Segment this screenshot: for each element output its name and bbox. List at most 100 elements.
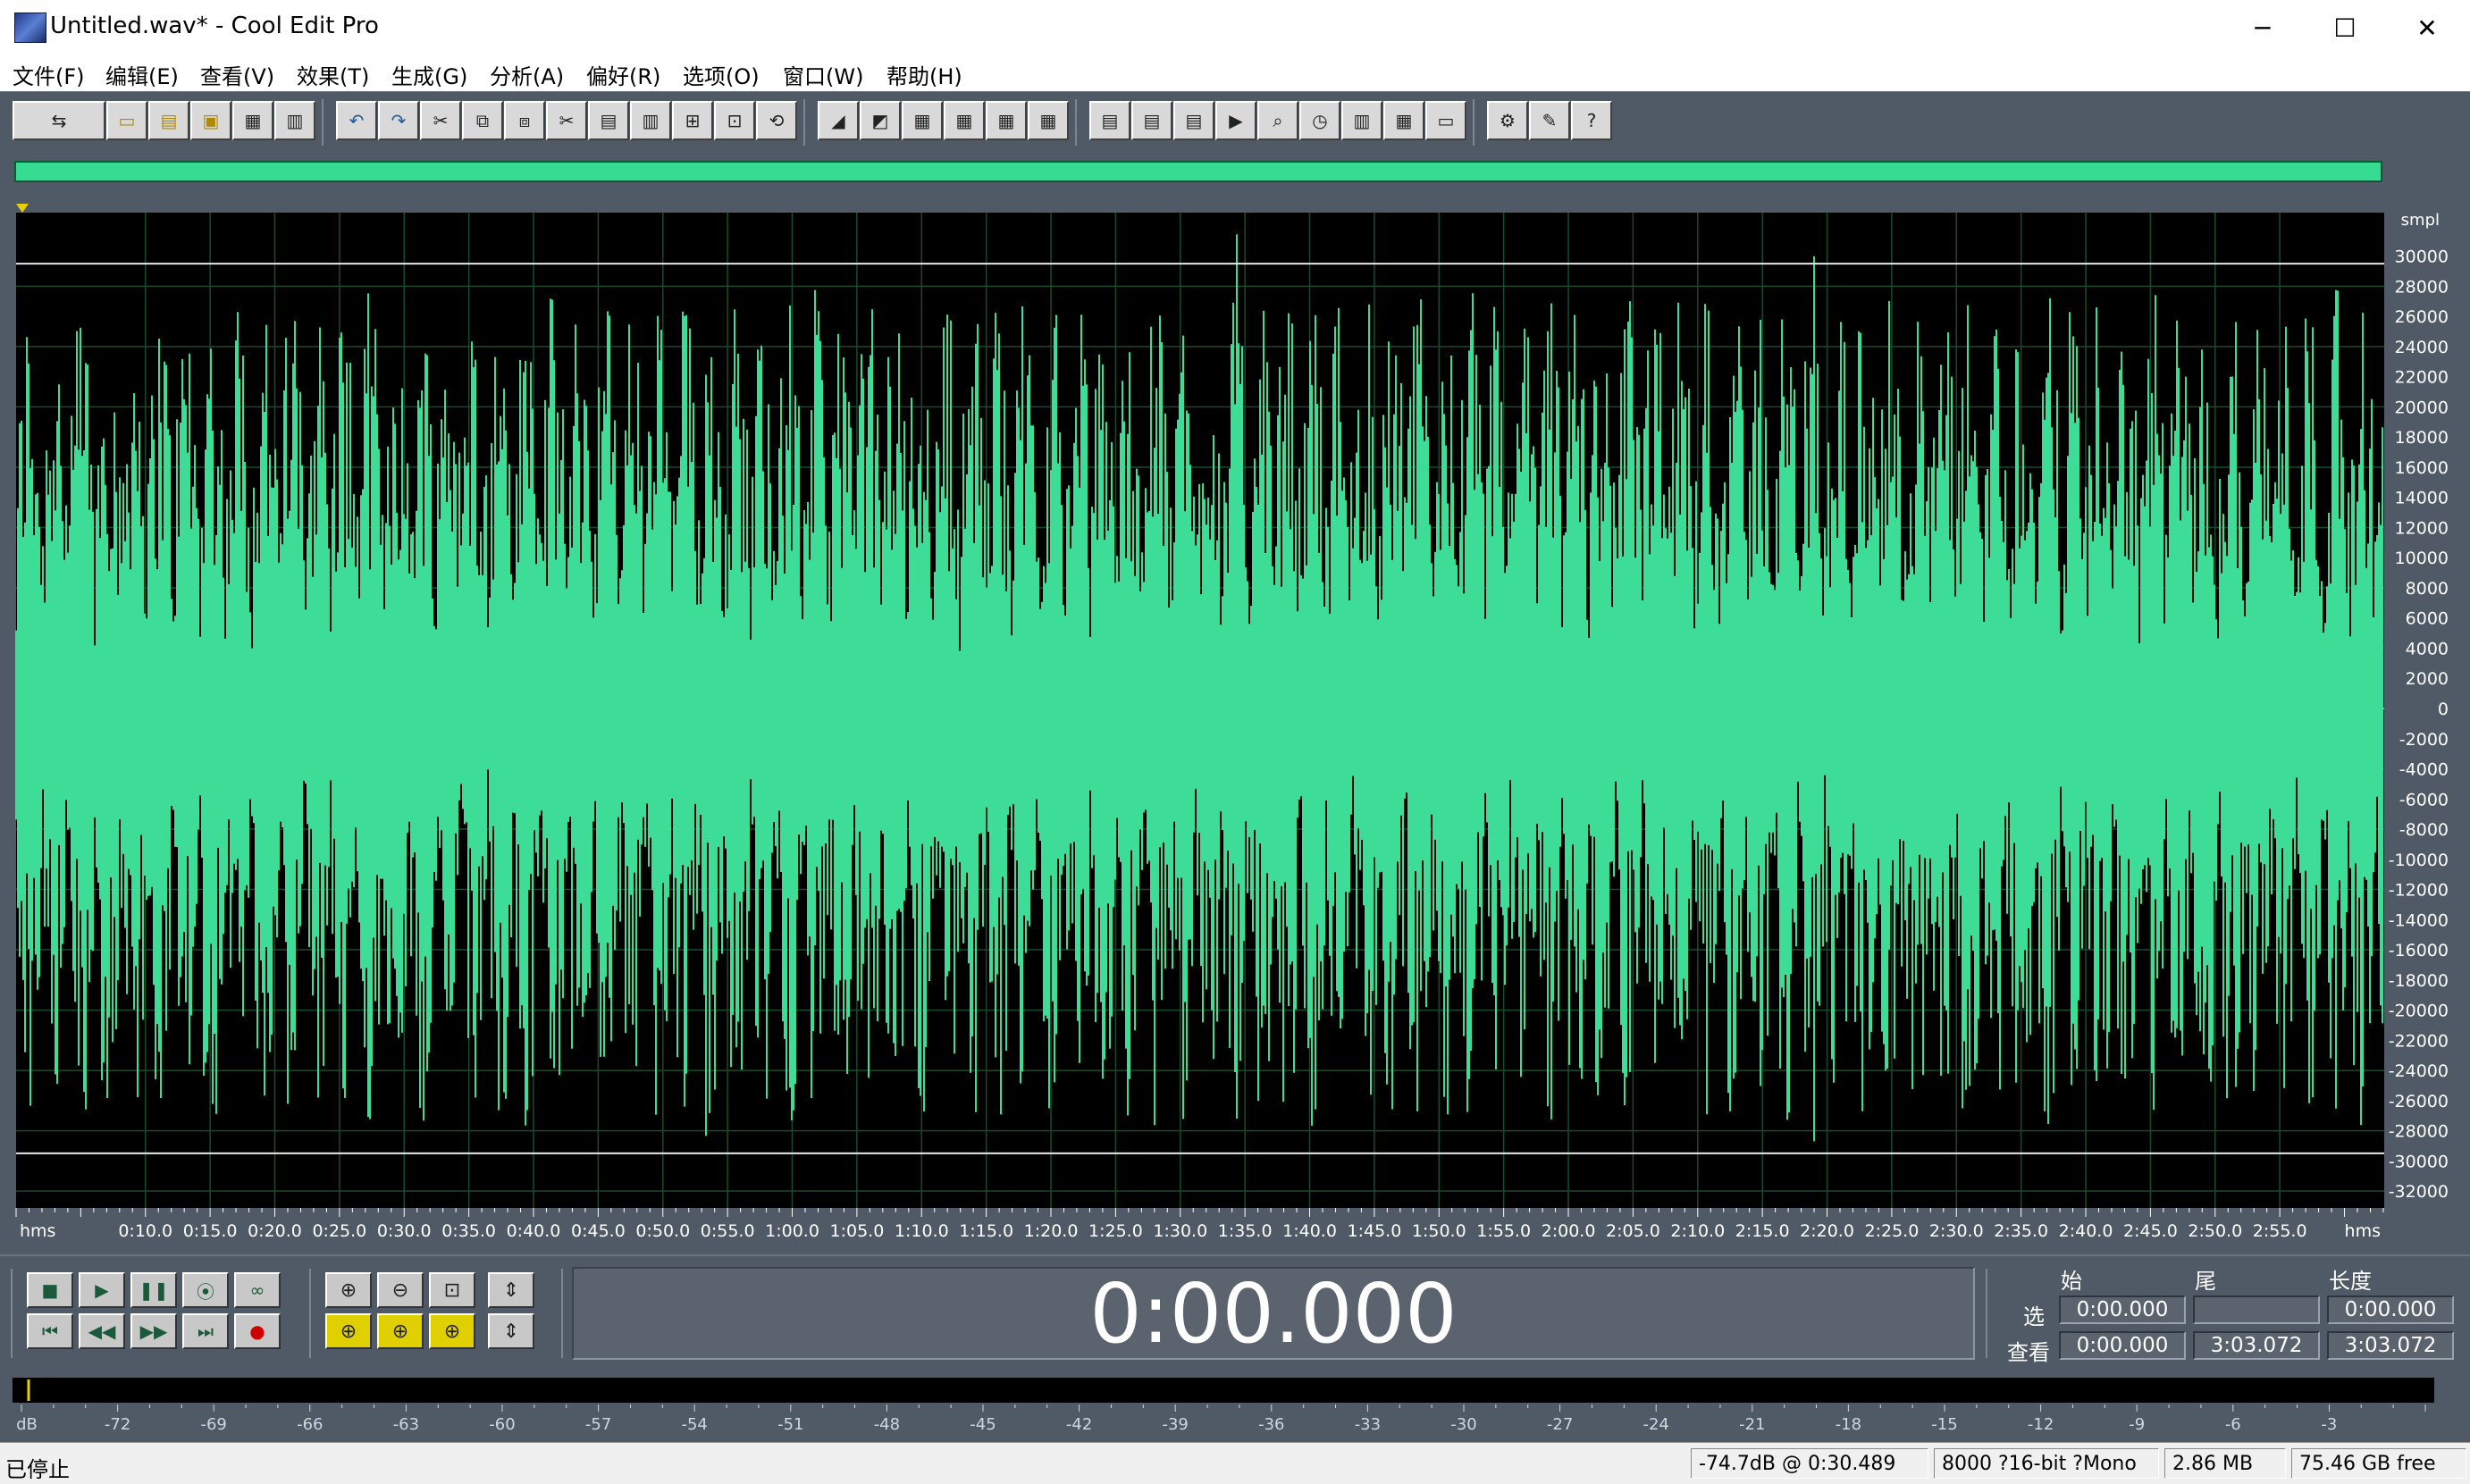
select-end-field[interactable]	[2193, 1295, 2320, 1324]
go-to-end-button[interactable]: ⏭	[182, 1313, 229, 1349]
overview-scrollbar[interactable]	[14, 161, 2382, 182]
maximize-button[interactable]: ☐	[2304, 0, 2386, 55]
meter-tick-label: -9	[2129, 1415, 2145, 1434]
save-all-button[interactable]: ▦	[232, 101, 273, 140]
x-tick-label: 0:25.0	[312, 1221, 366, 1241]
tools-button[interactable]: ✎	[1529, 101, 1570, 140]
lines-button[interactable]: ▭	[1425, 101, 1466, 140]
waveform-display[interactable]: 3000028000260002400022000200001800016000…	[13, 202, 2461, 1247]
fast-forward-button[interactable]: ▶▶	[130, 1313, 177, 1349]
y-unit-label: smpl	[2401, 211, 2440, 230]
lines-icon: ▭	[1437, 110, 1455, 131]
redo-button[interactable]: ↷	[378, 101, 419, 140]
menu-analyze[interactable]: 分析(A)	[490, 59, 564, 90]
meter-tick-label: -72	[105, 1415, 130, 1434]
menu-favorites[interactable]: 偏好(R)	[586, 59, 660, 90]
copy-new-button[interactable]: ⧈	[504, 101, 545, 140]
zoom-full-icon: ⊡	[443, 1279, 461, 1302]
settings-button[interactable]: ⚙	[1487, 101, 1528, 140]
new-file-button[interactable]: ▭	[106, 101, 147, 140]
paste-new-button[interactable]: ▥	[630, 101, 671, 140]
zoom-d-button[interactable]: ▦	[1028, 101, 1069, 140]
colors-button[interactable]: ▦	[1383, 101, 1424, 140]
play-to-end-button[interactable]: ⦿	[182, 1272, 229, 1308]
play-list-button[interactable]: ▤	[1131, 101, 1172, 140]
x-tick-label: 0:10.0	[118, 1221, 172, 1241]
menu-options[interactable]: 选项(O)	[683, 59, 760, 90]
help-button[interactable]: ?	[1571, 101, 1612, 140]
meter-tick-label: -12	[2028, 1415, 2054, 1434]
y-tick-label: -4000	[2399, 760, 2449, 780]
magnify-button[interactable]: ⌕	[1257, 101, 1298, 140]
menu-view[interactable]: 查看(V)	[200, 59, 274, 90]
paste-button[interactable]: ▤	[588, 101, 629, 140]
loop-button[interactable]: ⟲	[756, 101, 797, 140]
zoom-right-button[interactable]: ⊕	[377, 1313, 424, 1349]
y-tick-label: 4000	[2406, 639, 2449, 658]
view-length-field[interactable]: 3:03.072	[2327, 1331, 2454, 1360]
header-length: 长度	[2329, 1269, 2372, 1294]
info-button[interactable]: ▤	[1173, 101, 1214, 140]
go-to-start-icon: ⏮	[42, 1321, 58, 1342]
waveform-panel: 30000 28000 26000 24000 22000 20000 18000 16000…	[0, 191, 2470, 1254]
play-view-button[interactable]: ▶	[1215, 101, 1256, 140]
bars-button[interactable]: ▥	[1341, 101, 1382, 140]
view-begin-field[interactable]: 0:00.000	[2059, 1331, 2186, 1360]
help-icon: ?	[1586, 110, 1597, 131]
zoom-b-button[interactable]: ▦	[944, 101, 985, 140]
zoom-left-button[interactable]: ⊕	[325, 1313, 372, 1349]
spectral-view-button[interactable]: ◩	[860, 101, 901, 140]
x-tick-label: 2:45.0	[2123, 1221, 2178, 1241]
undo-button[interactable]: ↶	[336, 101, 377, 140]
menu-edit[interactable]: 编辑(E)	[105, 59, 179, 90]
stop-button[interactable]: ■	[27, 1272, 73, 1308]
menu-file[interactable]: 文件(F)	[13, 59, 85, 90]
zoom-out-vertical-button[interactable]: ⇕	[488, 1313, 534, 1349]
paste-new-icon: ▥	[642, 110, 660, 131]
open-file-button[interactable]: ▤	[148, 101, 189, 140]
select-begin-field[interactable]: 0:00.000	[2059, 1295, 2186, 1324]
zoom-full-button[interactable]: ⊡	[429, 1272, 475, 1308]
view-end-field[interactable]: 3:03.072	[2193, 1331, 2320, 1360]
cut-button[interactable]: ✂	[546, 101, 587, 140]
zoom-a-button[interactable]: ▦	[902, 101, 943, 140]
mix-paste-button[interactable]: ⊞	[672, 101, 713, 140]
zoom-selection-button[interactable]: ⊕	[429, 1313, 475, 1349]
meter-tick-label: -24	[1642, 1415, 1668, 1434]
x-tick-label: 0:15.0	[183, 1221, 238, 1241]
copy-button[interactable]: ⧉	[462, 101, 503, 140]
zoom-in-button[interactable]: ⊕	[325, 1272, 372, 1308]
zoom-c-button[interactable]: ▦	[986, 101, 1027, 140]
waveform-view-icon: ◢	[831, 110, 845, 131]
menu-generate[interactable]: 生成(G)	[391, 59, 467, 90]
play-button[interactable]: ▶	[79, 1272, 125, 1308]
pause-button[interactable]: ❚❚	[130, 1272, 177, 1308]
menu-effects[interactable]: 效果(T)	[297, 59, 369, 90]
zoom-out-button[interactable]: ⊖	[377, 1272, 424, 1308]
loop-play-button[interactable]: ∞	[234, 1272, 281, 1308]
x-tick-label: 2:10.0	[1670, 1221, 1725, 1241]
select-length-field[interactable]: 0:00.000	[2327, 1295, 2454, 1324]
cut-tool-button[interactable]: ✂	[420, 101, 461, 140]
minimize-button[interactable]: ─	[2222, 0, 2304, 55]
zoom-in-vertical-button[interactable]: ⇕	[488, 1272, 534, 1308]
record-button[interactable]: ●	[234, 1313, 281, 1349]
x-tick-label: 2:15.0	[1735, 1221, 1790, 1241]
close-file-button[interactable]: ▥	[274, 101, 315, 140]
multitrack-toggle-button[interactable]: ⇆	[13, 101, 105, 140]
save-button[interactable]: ▣	[190, 101, 231, 140]
menu-window[interactable]: 窗口(W)	[783, 59, 863, 90]
waveform-view-button[interactable]: ◢	[818, 101, 859, 140]
menu-help[interactable]: 帮助(H)	[886, 59, 962, 90]
toolbar: ⇆ ▭ ▤ ▣ ▦ ▥ ↶ ↷ ✂ ⧉ ⧈ ✂ ▤ ▥ ⊞ ⊡ ⟲ ◢ ◩ ▦ ▦ ▦ ▦ ▤ ▤ ▤ ▶ ⌕ ◷ ▥ ▦ ▭ ⚙ ✎?	[0, 91, 2470, 153]
time-icon: ◷	[1312, 110, 1328, 131]
meter-tick-label: -51	[777, 1415, 803, 1434]
cue-list-button[interactable]: ▤	[1089, 101, 1130, 140]
time-button[interactable]: ◷	[1299, 101, 1340, 140]
rewind-button[interactable]: ◀◀	[79, 1313, 125, 1349]
go-to-start-button[interactable]: ⏮	[27, 1313, 73, 1349]
close-button[interactable]: ✕	[2386, 0, 2468, 55]
y-tick-label: 0	[2438, 700, 2449, 719]
trim-button[interactable]: ⊡	[714, 101, 755, 140]
cut-tool-icon: ✂	[433, 110, 449, 131]
